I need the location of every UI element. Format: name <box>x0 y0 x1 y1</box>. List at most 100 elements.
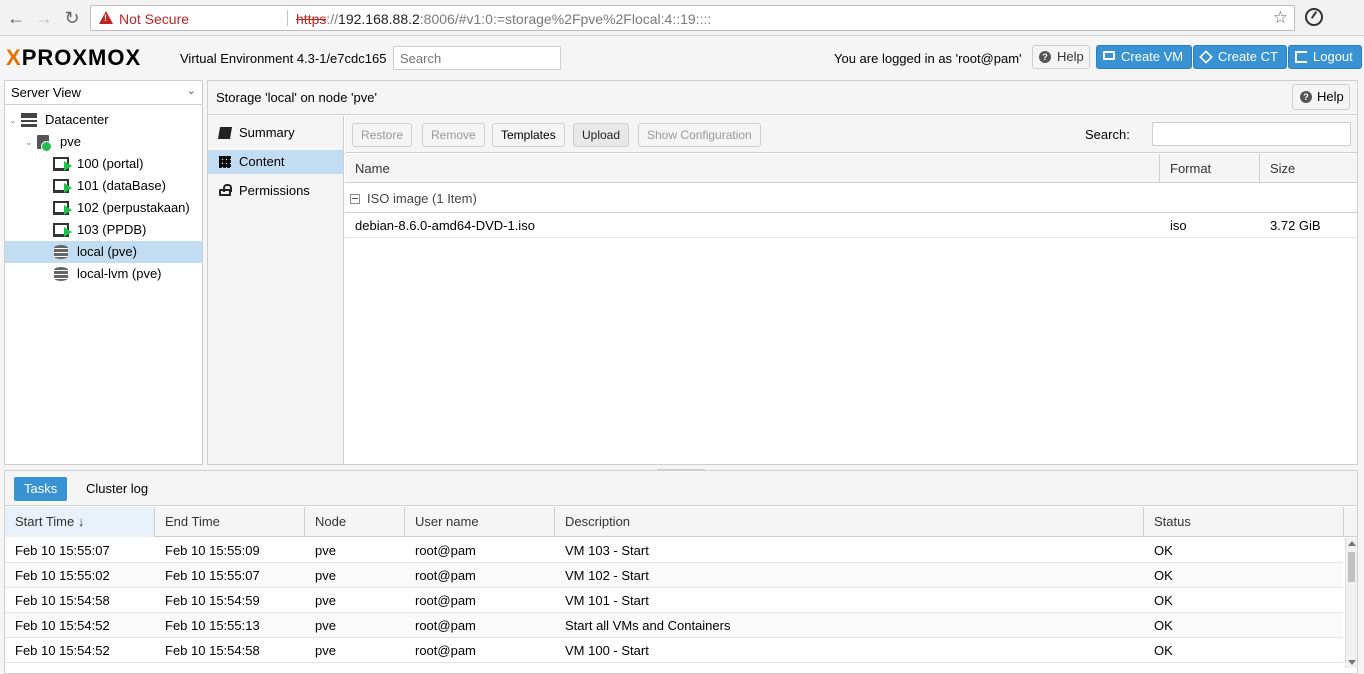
cell-description: VM 102 - Start <box>565 568 649 583</box>
table-row[interactable]: debian-8.6.0-amd64-DVD-1.iso iso 3.72 Gi… <box>345 214 1357 238</box>
cell-user: root@pam <box>415 643 476 658</box>
show-configuration-button[interactable]: Show Configuration <box>638 123 761 147</box>
column-header-node[interactable]: Node <box>305 507 405 537</box>
search-label: Search: <box>1085 127 1130 142</box>
logged-in-label: You are logged in as 'root@pam' <box>834 51 1022 66</box>
datacenter-icon <box>21 113 37 127</box>
tree-label: Datacenter <box>45 112 109 127</box>
cell-end: Feb 10 15:54:58 <box>165 643 260 658</box>
url-text[interactable]: https://192.168.88.2:8006/#v1:0:=storage… <box>296 11 711 27</box>
help-button[interactable]: ? Help <box>1032 45 1090 69</box>
vm-running-icon <box>53 201 72 215</box>
cell-start: Feb 10 15:54:52 <box>15 618 110 633</box>
column-header-name[interactable]: Name <box>345 154 1160 183</box>
cell-user: root@pam <box>415 568 476 583</box>
collapse-arrow-icon[interactable]: ⌄ <box>25 131 33 153</box>
sort-down-arrow-icon: ↓ <box>77 514 85 529</box>
logout-button[interactable]: Logout <box>1288 45 1362 69</box>
tree-label: local-lvm (pve) <box>77 266 162 281</box>
table-row[interactable]: Feb 10 15:54:52 Feb 10 15:54:58 pve root… <box>5 638 1343 663</box>
panel-help-button[interactable]: ? Help <box>1292 84 1350 110</box>
extension-gauge-icon[interactable] <box>1305 8 1323 26</box>
scroll-thumb[interactable] <box>1348 552 1355 582</box>
tree-item-node[interactable]: ⌄ pve <box>5 131 202 153</box>
storage-panel: Storage 'local' on node 'pve' ? Help Summ… <box>207 80 1358 465</box>
cell-node: pve <box>315 543 336 558</box>
table-row[interactable]: Feb 10 15:54:52 Feb 10 15:55:13 pve root… <box>5 613 1343 638</box>
url-path: :8006/#v1:0:=storage%2Fpve%2Flocal:4::19… <box>419 11 712 27</box>
column-header-user[interactable]: User name <box>405 507 555 537</box>
vm-running-icon <box>53 179 72 193</box>
table-row[interactable]: Feb 10 15:55:07 Feb 10 15:55:09 pve root… <box>5 538 1343 563</box>
tab-cluster-log[interactable]: Cluster log <box>76 477 158 501</box>
cell-start: Feb 10 15:54:58 <box>15 593 110 608</box>
cell-start: Feb 10 15:55:07 <box>15 543 110 558</box>
cell-end: Feb 10 15:55:13 <box>165 618 260 633</box>
upload-button[interactable]: Upload <box>573 123 630 147</box>
column-header-status[interactable]: Status <box>1144 507 1344 537</box>
nav-item-permissions[interactable]: Permissions <box>208 179 343 203</box>
column-header-description[interactable]: Description <box>555 507 1144 537</box>
column-header-size[interactable]: Size <box>1260 154 1357 183</box>
table-row[interactable]: Feb 10 15:54:58 Feb 10 15:54:59 pve root… <box>5 588 1343 613</box>
collapse-arrow-icon[interactable]: ⌄ <box>9 109 17 131</box>
view-selector[interactable]: Server View ⌄ <box>5 81 202 105</box>
cell-node: pve <box>315 618 336 633</box>
remove-button[interactable]: Remove <box>422 123 485 147</box>
monitor-icon <box>1103 51 1115 60</box>
chevron-down-icon: ⌄ <box>186 85 196 97</box>
vm-running-icon <box>53 157 72 171</box>
browser-toolbar: ← → ↻ Not Secure https://192.168.88.2:80… <box>0 0 1364 36</box>
tab-tasks[interactable]: Tasks <box>14 477 68 501</box>
global-search-input[interactable] <box>393 46 561 70</box>
forward-arrow-icon[interactable]: → <box>34 8 54 28</box>
cell-description: VM 101 - Start <box>565 593 649 608</box>
content-search-input[interactable] <box>1152 122 1351 146</box>
help-icon: ? <box>1039 51 1051 63</box>
storage-icon <box>54 267 68 281</box>
table-row[interactable]: Feb 10 15:55:02 Feb 10 15:55:07 pve root… <box>5 563 1343 588</box>
scroll-down-arrow-icon[interactable] <box>1348 660 1356 665</box>
scroll-up-arrow-icon[interactable] <box>1348 541 1356 546</box>
nav-item-content[interactable]: Content <box>208 150 343 174</box>
column-header-start-time[interactable]: Start Time ↓ <box>5 507 155 537</box>
column-header-end-time[interactable]: End Time <box>155 507 305 537</box>
column-header-format[interactable]: Format <box>1160 154 1260 183</box>
tree-item-vm[interactable]: 100 (portal) <box>5 153 202 175</box>
tree-item-vm[interactable]: 101 (dataBase) <box>5 175 202 197</box>
back-arrow-icon[interactable]: ← <box>6 8 26 28</box>
tree-item-datacenter[interactable]: ⌄ Datacenter <box>5 109 202 131</box>
templates-button[interactable]: Templates <box>492 123 565 147</box>
cell-user: root@pam <box>415 593 476 608</box>
log-scrollbar[interactable] <box>1345 538 1357 668</box>
group-header-iso[interactable]: ISO image (1 Item) <box>345 184 1357 213</box>
url-separator <box>287 10 288 26</box>
resource-tree-panel: Server View ⌄ ⌄ Datacenter ⌄ pve 100 (por… <box>4 80 203 465</box>
collapse-icon[interactable] <box>350 194 360 204</box>
restore-button[interactable]: Restore <box>352 123 413 147</box>
cell-node: pve <box>315 568 336 583</box>
log-tabs: Tasks Cluster log <box>5 471 1357 506</box>
tree-item-vm[interactable]: 102 (perpustakaan) <box>5 197 202 219</box>
storage-nav: Summary Content Permissions <box>208 116 344 464</box>
tree-item-storage[interactable]: local (pve) <box>5 241 202 263</box>
cell-status: OK <box>1154 643 1173 658</box>
cell-name: debian-8.6.0-amd64-DVD-1.iso <box>355 218 535 233</box>
cell-end: Feb 10 15:54:59 <box>165 593 260 608</box>
cell-description: VM 103 - Start <box>565 543 649 558</box>
log-panel: Tasks Cluster log Start Time ↓ End Time … <box>4 470 1358 674</box>
tree-item-storage[interactable]: local-lvm (pve) <box>5 263 202 285</box>
address-bar[interactable]: Not Secure https://192.168.88.2:8006/#v1… <box>90 5 1295 31</box>
page-title: Storage 'local' on node 'pve' ? Help <box>208 81 1357 115</box>
bookmark-star-icon[interactable]: ☆ <box>1273 8 1288 28</box>
create-vm-button[interactable]: Create VM <box>1096 45 1193 69</box>
book-icon <box>217 127 233 139</box>
tree-label: 102 (perpustakaan) <box>77 200 190 215</box>
nav-item-summary[interactable]: Summary <box>208 121 343 145</box>
cell-start: Feb 10 15:54:52 <box>15 643 110 658</box>
reload-icon[interactable]: ↻ <box>62 8 82 28</box>
tree-item-vm[interactable]: 103 (PPDB) <box>5 219 202 241</box>
cell-description: VM 100 - Start <box>565 643 649 658</box>
create-ct-button[interactable]: Create CT <box>1193 45 1287 69</box>
security-label[interactable]: Not Secure <box>119 11 189 27</box>
